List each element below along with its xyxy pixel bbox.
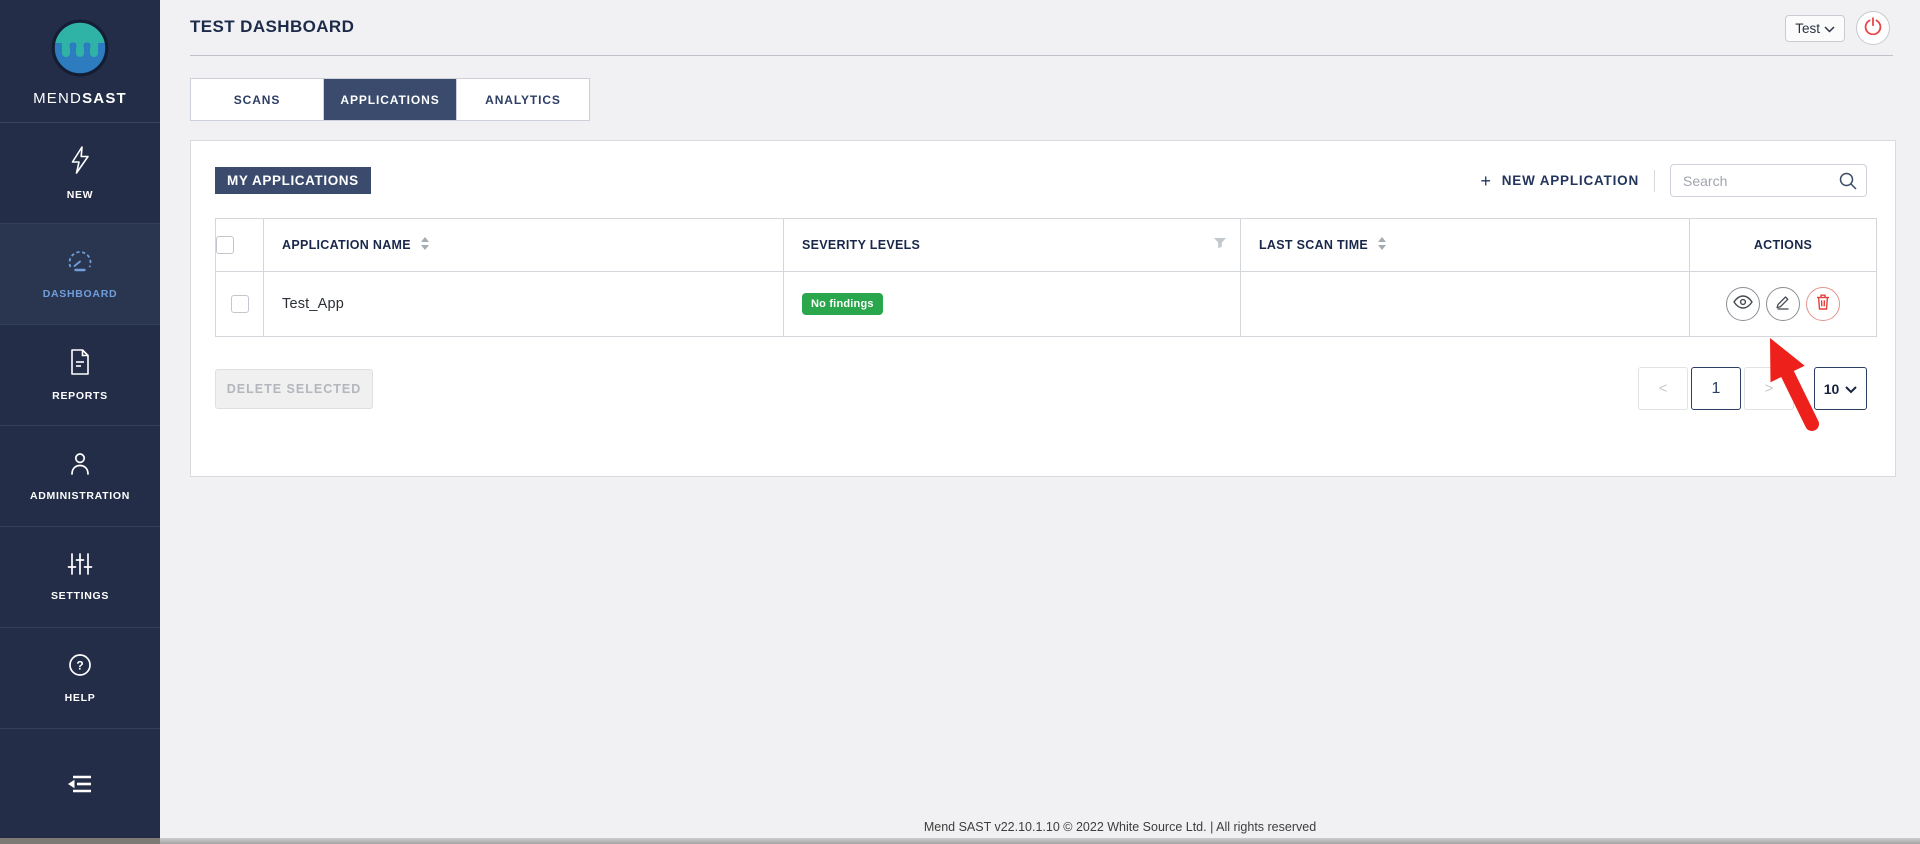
sliders-icon (67, 552, 93, 581)
logout-button[interactable] (1856, 11, 1890, 45)
select-all-checkbox[interactable] (216, 236, 234, 254)
column-actions: ACTIONS (1690, 219, 1877, 272)
last-scan-time-cell (1241, 272, 1690, 337)
column-application-name[interactable]: APPLICATION NAME (264, 219, 784, 272)
column-severity-levels: SEVERITY LEVELS (784, 219, 1241, 272)
page-size-value: 10 (1824, 381, 1840, 397)
sidebar-item-label: REPORTS (52, 390, 108, 402)
view-eye-icon (1733, 295, 1753, 314)
sidebar-item-new[interactable]: NEW (0, 123, 160, 224)
main-tabs: SCANS APPLICATIONS ANALYTICS (190, 78, 590, 121)
sidebar-item-label: NEW (67, 189, 94, 201)
table-row: Test_App No findings (216, 272, 1877, 337)
user-menu-label: Test (1795, 21, 1820, 36)
tab-scans[interactable]: SCANS (191, 79, 324, 120)
select-all-header (216, 219, 264, 272)
sidebar-item-settings[interactable]: SETTINGS (0, 527, 160, 628)
column-last-scan-time[interactable]: LAST SCAN TIME (1241, 219, 1690, 272)
sort-arrows-icon[interactable] (421, 237, 429, 253)
severity-cell: No findings (784, 272, 1241, 337)
page-size-select[interactable]: 10 (1814, 367, 1867, 410)
plus-icon: + (1480, 172, 1491, 190)
sidebar-item-administration[interactable]: ADMINISTRATION (0, 426, 160, 527)
tab-analytics[interactable]: ANALYTICS (457, 79, 589, 120)
chevron-down-icon (1824, 21, 1835, 36)
search-icon[interactable] (1838, 171, 1858, 196)
help-circle-icon: ? (67, 652, 93, 683)
gauge-icon (65, 248, 95, 279)
sidebar-item-dashboard[interactable]: DASHBOARD (0, 224, 160, 325)
user-menu-button[interactable]: Test (1785, 15, 1845, 42)
row-select-cell (216, 272, 264, 337)
pagination-page-1-button[interactable]: 1 (1691, 367, 1741, 410)
no-findings-badge: No findings (802, 293, 883, 315)
sort-arrows-icon[interactable] (1378, 237, 1386, 253)
edit-application-button[interactable] (1766, 287, 1800, 321)
edit-pencil-icon (1775, 293, 1791, 315)
brand-logo-block[interactable]: MENDSAST (0, 0, 160, 123)
chevron-down-icon (1845, 381, 1857, 397)
tab-applications[interactable]: APPLICATIONS (324, 79, 457, 120)
panel-title-badge: MY APPLICATIONS (215, 167, 371, 194)
horizontal-scrollbar[interactable] (0, 838, 1920, 844)
pagination: < 1 > 10 (1635, 367, 1867, 410)
lightning-icon (67, 145, 93, 180)
user-icon (67, 450, 93, 481)
scrollbar-thumb[interactable] (0, 838, 160, 844)
delete-trash-icon (1816, 294, 1830, 315)
footer-copyright: Mend SAST v22.10.1.10 © 2022 White Sourc… (320, 820, 1920, 834)
sidebar: MENDSAST NEW DASHBOARD REPORTS (0, 0, 160, 844)
main-area: TEST DASHBOARD Test SCANS APPLICATIONS A (160, 0, 1920, 844)
row-checkbox[interactable] (231, 295, 249, 313)
delete-selected-button[interactable]: DELETE SELECTED (215, 369, 373, 409)
search-box (1670, 164, 1867, 197)
pagination-next-button[interactable]: > (1744, 367, 1794, 410)
table-footer-row: DELETE SELECTED < 1 > 10 (215, 367, 1867, 410)
actions-cell (1690, 272, 1877, 337)
sidebar-item-reports[interactable]: REPORTS (0, 325, 160, 426)
panel-actions: + NEW APPLICATION (1480, 164, 1867, 197)
power-icon (1864, 17, 1882, 40)
page-header: TEST DASHBOARD Test (160, 0, 1920, 56)
sidebar-item-label: ADMINISTRATION (30, 490, 130, 502)
applications-table: APPLICATION NAME SEVERITY LEVELS (215, 218, 1877, 337)
collapse-sidebar-button[interactable] (0, 729, 160, 844)
delete-application-button[interactable] (1806, 287, 1840, 321)
sidebar-item-label: DASHBOARD (43, 288, 118, 300)
mend-wave-logo-icon (51, 19, 109, 82)
new-application-label: NEW APPLICATION (1502, 173, 1639, 188)
page-title: TEST DASHBOARD (190, 17, 354, 37)
table-header-row: APPLICATION NAME SEVERITY LEVELS (216, 219, 1877, 272)
new-application-button[interactable]: + NEW APPLICATION (1480, 172, 1639, 190)
panel-toolbar: MY APPLICATIONS + NEW APPLICATION (191, 141, 1895, 197)
sidebar-item-help[interactable]: ? HELP (0, 628, 160, 729)
filter-funnel-icon[interactable] (1214, 238, 1226, 252)
sidebar-item-label: SETTINGS (51, 590, 109, 602)
report-document-icon (68, 348, 92, 381)
collapse-sidebar-icon (65, 773, 95, 800)
application-name-cell: Test_App (264, 272, 784, 337)
brand-name: MENDSAST (33, 90, 127, 107)
vertical-divider (1654, 170, 1655, 192)
svg-text:?: ? (76, 659, 83, 673)
applications-panel: MY APPLICATIONS + NEW APPLICATION (190, 140, 1896, 477)
view-application-button[interactable] (1726, 287, 1760, 321)
pagination-prev-button[interactable]: < (1638, 367, 1688, 410)
sidebar-item-label: HELP (65, 692, 96, 704)
header-controls: Test (1785, 11, 1890, 45)
